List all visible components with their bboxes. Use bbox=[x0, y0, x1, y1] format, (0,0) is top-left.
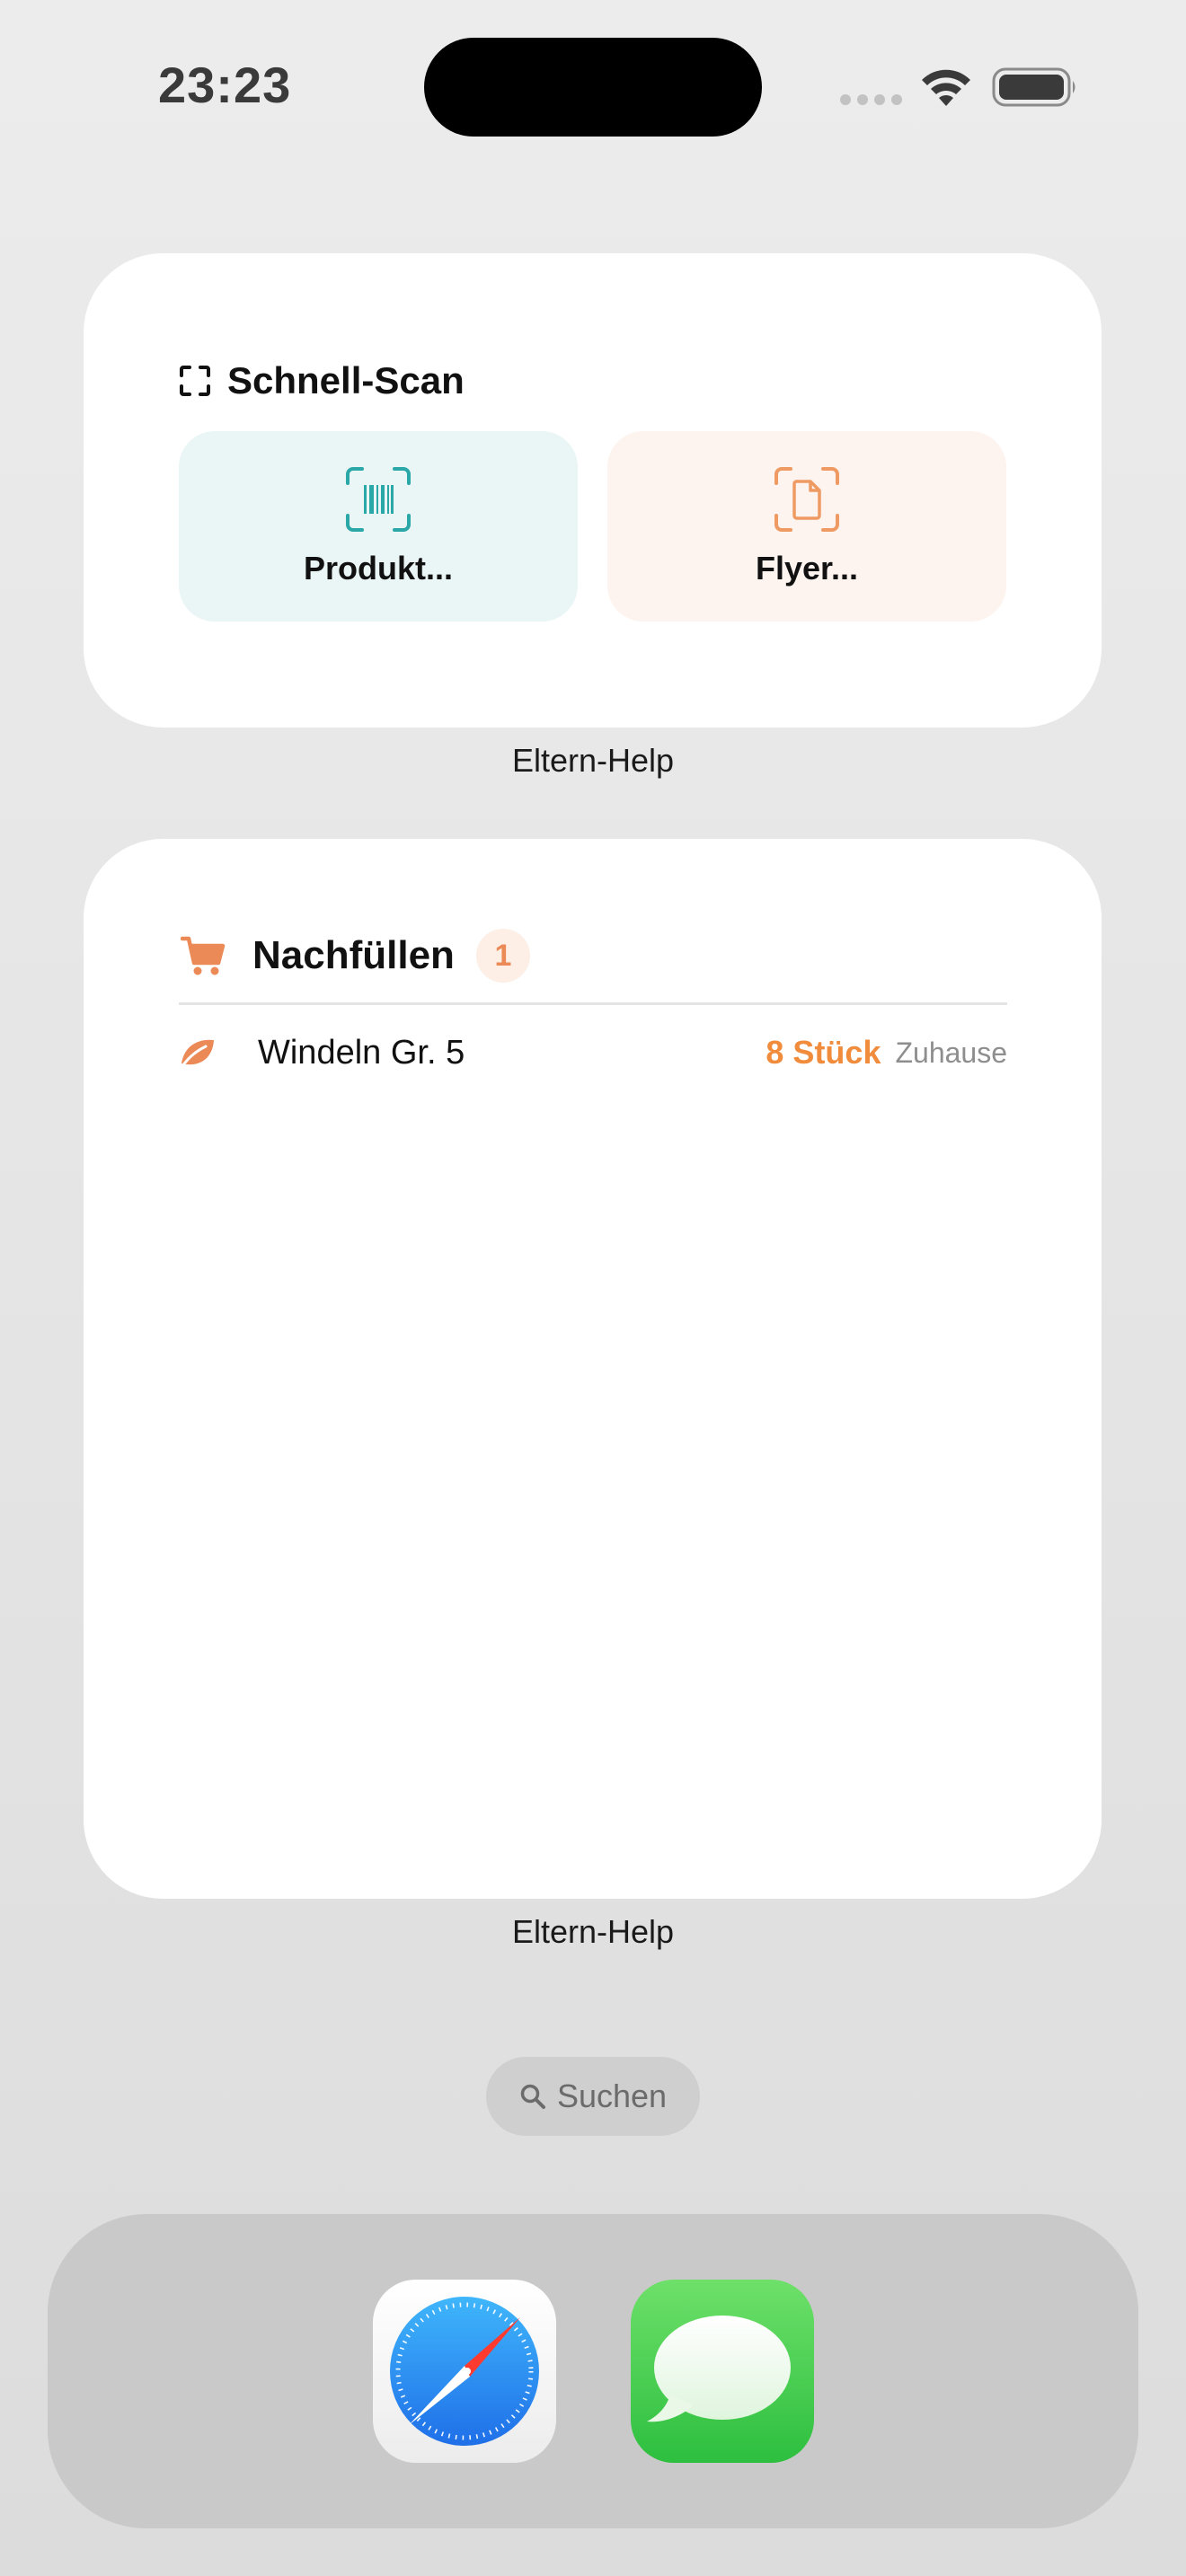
spotlight-search-button[interactable]: Suchen bbox=[486, 2057, 700, 2136]
refill-header: Nachfüllen 1 bbox=[181, 929, 530, 983]
refill-list-item[interactable]: Windeln Gr. 5 8 Stück Zuhause bbox=[179, 1028, 1007, 1078]
refill-widget[interactable]: Nachfüllen 1 Windeln Gr. 5 8 Stück Zuhau… bbox=[84, 839, 1102, 1899]
cellular-signal-icon bbox=[840, 94, 902, 105]
messages-app-icon[interactable] bbox=[631, 2280, 814, 2463]
document-scan-icon bbox=[774, 467, 839, 532]
messages-icon bbox=[647, 2316, 791, 2422]
safari-icon bbox=[390, 2297, 539, 2446]
widget-caption: Eltern-Help bbox=[511, 1913, 675, 1950]
cart-icon bbox=[181, 936, 226, 975]
quick-scan-title: Schnell-Scan bbox=[227, 359, 465, 401]
search-icon bbox=[520, 2084, 545, 2109]
refill-count-badge: 1 bbox=[475, 929, 530, 983]
widget-caption: Eltern-Help bbox=[511, 742, 675, 779]
dock bbox=[48, 2214, 1138, 2528]
flyer-scan-button[interactable]: Flyer... bbox=[607, 431, 1006, 622]
wifi-icon bbox=[922, 69, 970, 106]
scan-frame-icon bbox=[180, 366, 210, 396]
dynamic-island bbox=[424, 38, 762, 137]
product-scan-button[interactable]: Produkt... bbox=[179, 431, 578, 622]
search-label: Suchen bbox=[556, 2078, 668, 2114]
safari-app-icon[interactable] bbox=[373, 2280, 556, 2463]
barcode-scan-icon bbox=[346, 467, 411, 532]
quick-scan-widget[interactable]: Schnell-Scan Produkt... Flyer... bbox=[84, 253, 1102, 728]
status-time: 23:23 bbox=[158, 57, 292, 113]
item-location: Zuhause bbox=[895, 1036, 1007, 1069]
refill-title: Nachfüllen bbox=[252, 933, 455, 977]
quick-scan-header: Schnell-Scan bbox=[179, 359, 465, 402]
flyer-scan-label: Flyer... bbox=[755, 550, 859, 587]
item-name: Windeln Gr. 5 bbox=[258, 1033, 465, 1072]
product-scan-label: Produkt... bbox=[303, 550, 453, 587]
divider bbox=[179, 1002, 1007, 1005]
leaf-icon bbox=[181, 1039, 214, 1068]
item-quantity: 8 Stück bbox=[766, 1034, 881, 1071]
battery-icon bbox=[992, 67, 1075, 107]
